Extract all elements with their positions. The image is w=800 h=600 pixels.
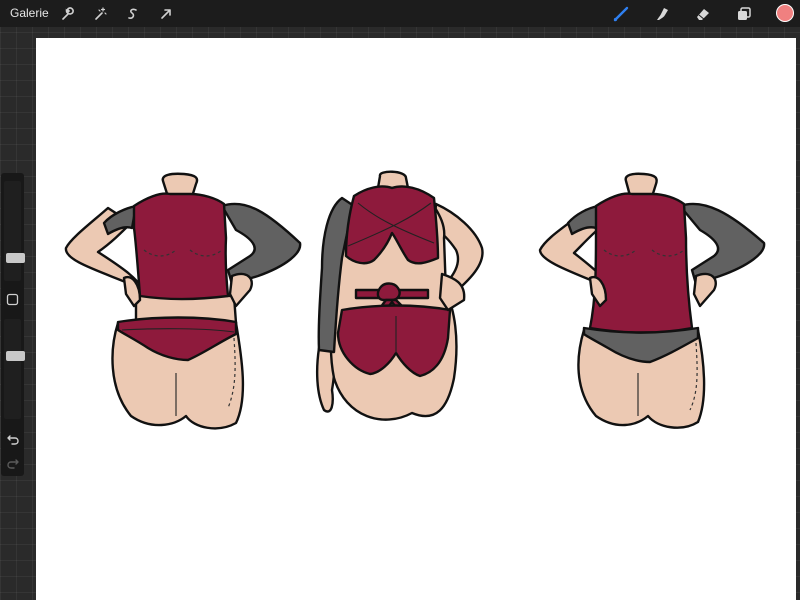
wrench-icon[interactable]	[56, 3, 78, 25]
figure-front-long-top	[538, 172, 766, 429]
opacity-slider[interactable]	[4, 319, 25, 419]
modify-button-icon[interactable]	[6, 293, 19, 306]
top-toolbar: Galerie	[0, 0, 800, 27]
figure-back-wrap-top	[315, 170, 484, 421]
gallery-button[interactable]: Galerie	[10, 6, 49, 20]
magic-wand-icon[interactable]	[89, 3, 111, 25]
eraser-icon[interactable]	[692, 3, 714, 25]
brush-size-slider[interactable]	[4, 181, 25, 281]
selection-icon[interactable]	[122, 3, 144, 25]
brush-size-thumb[interactable]	[6, 253, 25, 263]
drawing-canvas[interactable]: .ol { stroke:#111111; stroke-width:2.4; …	[36, 38, 796, 600]
undo-icon[interactable]	[5, 431, 21, 447]
brush-sidebar	[1, 173, 25, 476]
opacity-thumb[interactable]	[6, 351, 25, 361]
figure-front-crop-top	[64, 172, 302, 430]
brush-icon[interactable]	[610, 3, 632, 25]
redo-icon[interactable]	[5, 455, 21, 471]
layers-icon[interactable]	[733, 3, 755, 25]
color-picker-swatch[interactable]	[776, 4, 794, 22]
fashion-croquis-artwork: .ol { stroke:#111111; stroke-width:2.4; …	[64, 170, 766, 430]
transform-arrow-icon[interactable]	[155, 3, 177, 25]
smudge-icon[interactable]	[651, 3, 673, 25]
